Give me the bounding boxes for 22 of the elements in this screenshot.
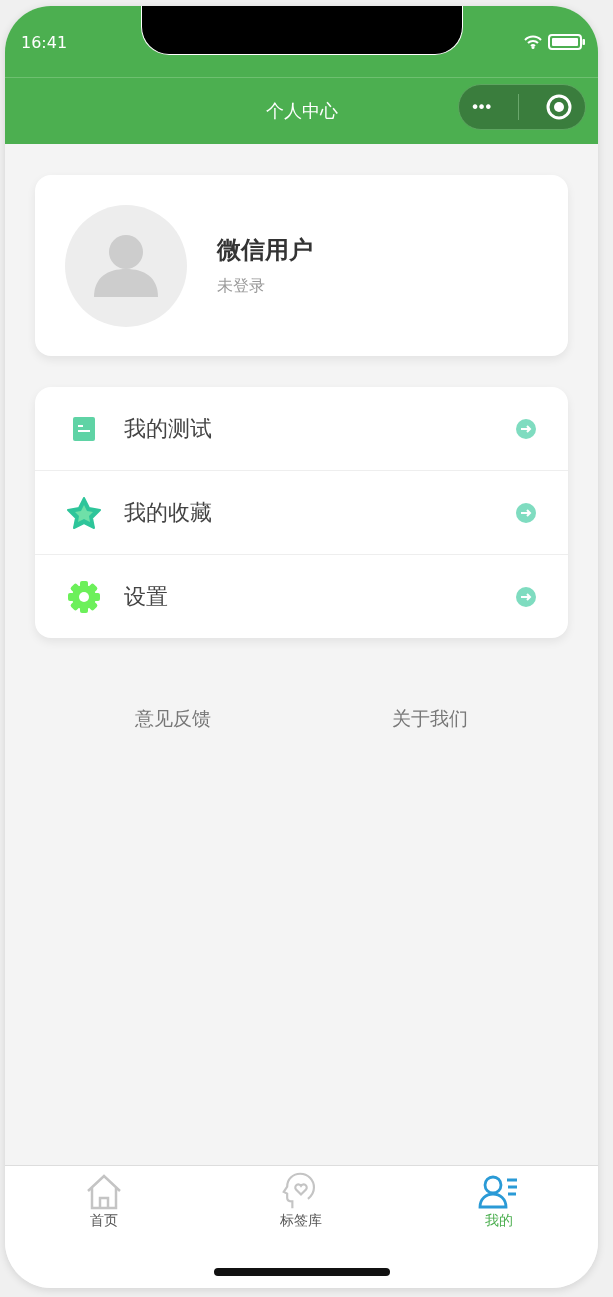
footer-link[interactable]: 关于我们 [391, 706, 468, 732]
menu-item[interactable]: 我的测试 [35, 387, 568, 470]
user-name: 微信用户 [217, 235, 313, 266]
menu-label: 我的收藏 [124, 498, 213, 527]
tab-item[interactable]: 标签库 [256, 1172, 347, 1230]
menu-item[interactable]: 我的收藏 [35, 470, 568, 554]
tab-item[interactable]: 首页 [58, 1172, 149, 1230]
page-title: 个人中心 [265, 99, 338, 123]
login-status: 未登录 [217, 276, 266, 297]
footer-link[interactable]: 意见反馈 [135, 706, 212, 732]
gear-icon [66, 579, 102, 614]
wifi-icon [524, 34, 542, 49]
arrow-right-icon [516, 418, 536, 439]
menu-item[interactable]: 设置 [35, 554, 568, 638]
arrow-right-icon [516, 586, 536, 607]
menu-label: 设置 [124, 582, 169, 611]
more-button[interactable]: ••• [472, 98, 492, 116]
star-icon [66, 496, 102, 529]
menu-label: 我的测试 [124, 414, 213, 443]
status-time: 16:41 [21, 33, 68, 52]
arrow-right-icon [516, 502, 536, 523]
battery-icon [548, 33, 586, 50]
